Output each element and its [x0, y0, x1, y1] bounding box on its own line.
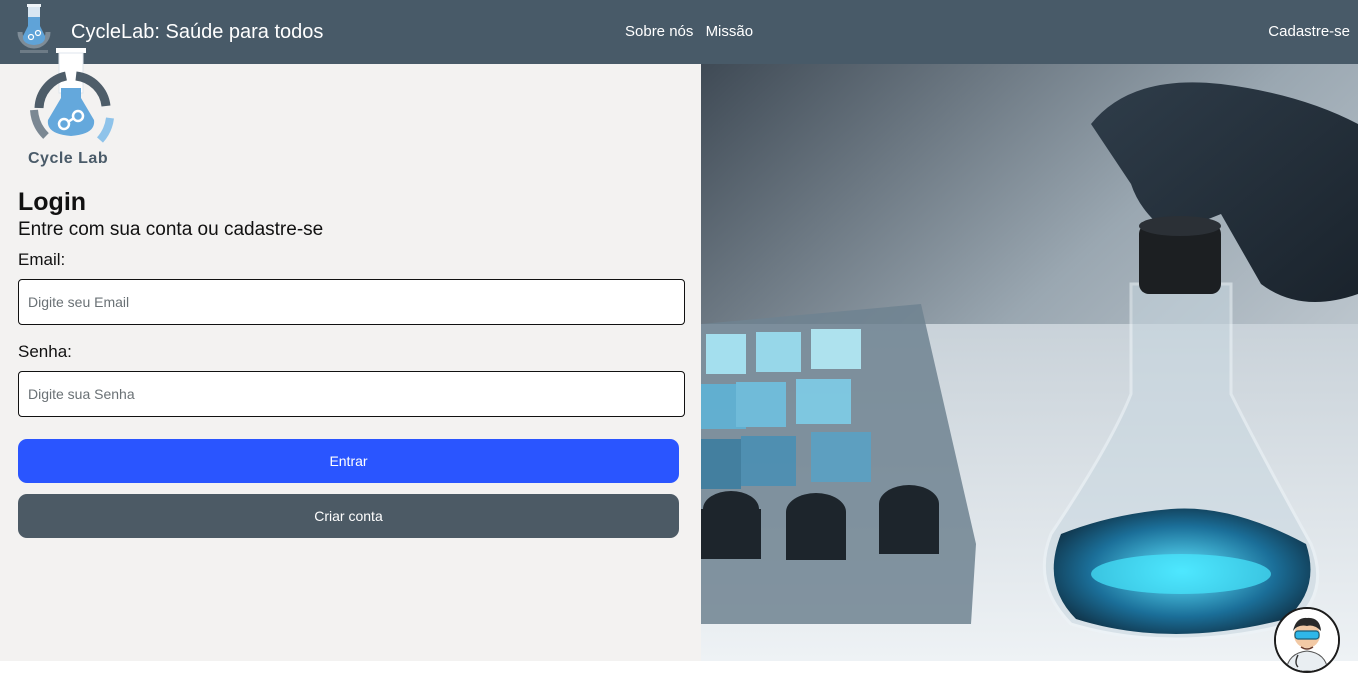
- login-panel: Cycle Lab Login Entre com sua conta ou c…: [0, 48, 701, 661]
- cyclelab-brand-logo-icon: [30, 48, 114, 143]
- nav-link-signup[interactable]: Cadastre-se: [1268, 23, 1350, 40]
- site-title: CycleLab: Saúde para todos: [71, 21, 324, 43]
- brand-name: Cycle Lab: [28, 150, 109, 167]
- top-navbar: CycleLab: Saúde para todos Sobre nós Mis…: [0, 0, 1358, 64]
- chat-assistant-icon: [1276, 609, 1338, 671]
- email-input[interactable]: [18, 279, 685, 325]
- nav-links: Sobre nós Missão: [625, 23, 761, 40]
- login-title: Login: [18, 188, 87, 216]
- email-label: Email:: [18, 250, 66, 269]
- hero-image: [701, 64, 1358, 661]
- nav-link-mission[interactable]: Missão: [706, 23, 754, 40]
- password-label: Senha:: [18, 342, 72, 361]
- doctor-avatar-icon[interactable]: [1274, 607, 1340, 673]
- enter-button[interactable]: Entrar: [18, 439, 679, 483]
- bottom-strip: [0, 661, 1358, 667]
- password-input[interactable]: [18, 371, 685, 417]
- nav-link-about[interactable]: Sobre nós: [625, 23, 693, 40]
- create-account-button[interactable]: Criar conta: [18, 494, 679, 538]
- lab-flask-photo-icon: [701, 64, 1358, 661]
- login-subtitle: Entre com sua conta ou cadastre-se: [18, 219, 324, 240]
